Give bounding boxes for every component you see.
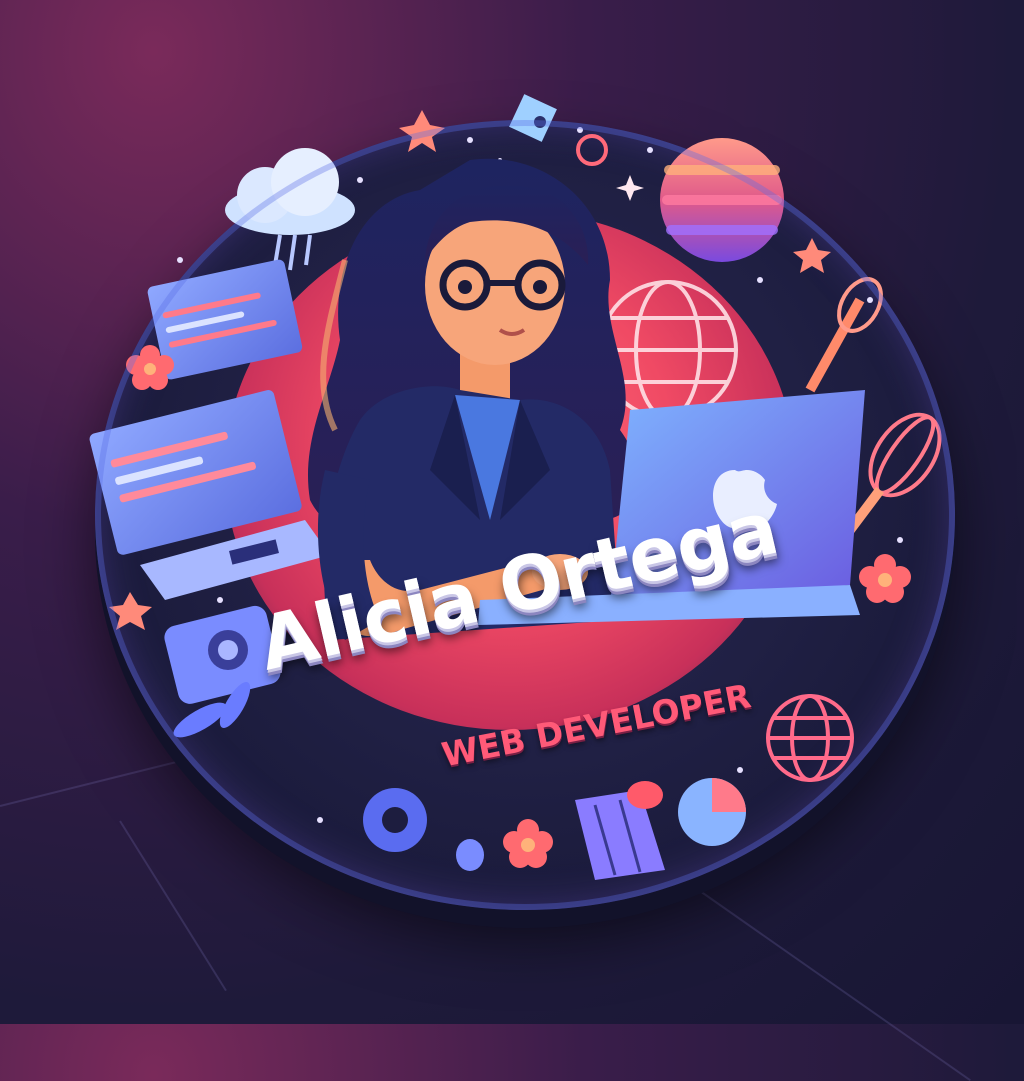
gem-icon xyxy=(509,94,557,142)
cloud-icon xyxy=(225,148,355,271)
planet-icon xyxy=(660,138,784,262)
ring-icon xyxy=(576,134,608,166)
blob-icon xyxy=(627,781,663,809)
illustration xyxy=(89,94,942,880)
leaf-small-icon xyxy=(456,839,484,871)
pie-icon xyxy=(678,778,746,846)
donut-icon xyxy=(363,788,427,852)
laptop-icon xyxy=(89,390,330,600)
utensil-icon xyxy=(805,277,883,393)
